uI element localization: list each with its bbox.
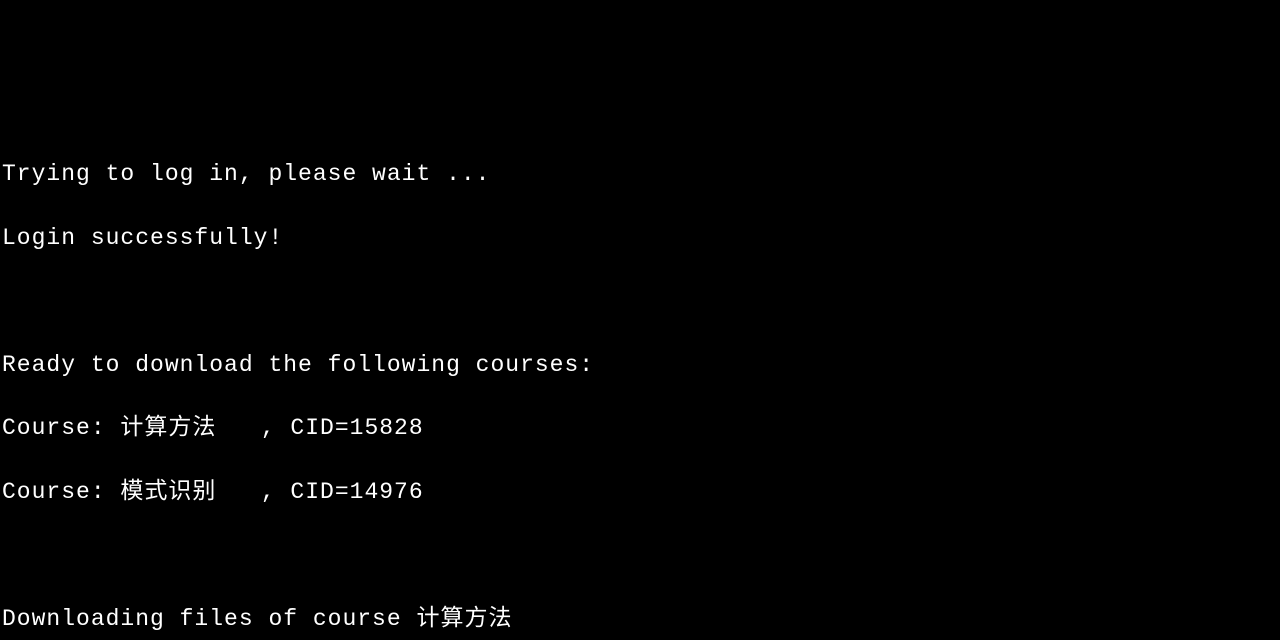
terminal-output: Trying to log in, please wait ... Login … — [2, 127, 1280, 640]
course-line: Course: 模式识别 , CID=14976 — [2, 477, 1280, 509]
blank-line — [2, 286, 1280, 318]
course-line: Course: 计算方法 , CID=15828 — [2, 413, 1280, 445]
login-attempt-line: Trying to log in, please wait ... — [2, 159, 1280, 191]
downloading-header: Downloading files of course 计算方法 — [2, 604, 1280, 636]
courses-header: Ready to download the following courses: — [2, 350, 1280, 382]
login-success-line: Login successfully! — [2, 223, 1280, 255]
blank-line — [2, 541, 1280, 573]
